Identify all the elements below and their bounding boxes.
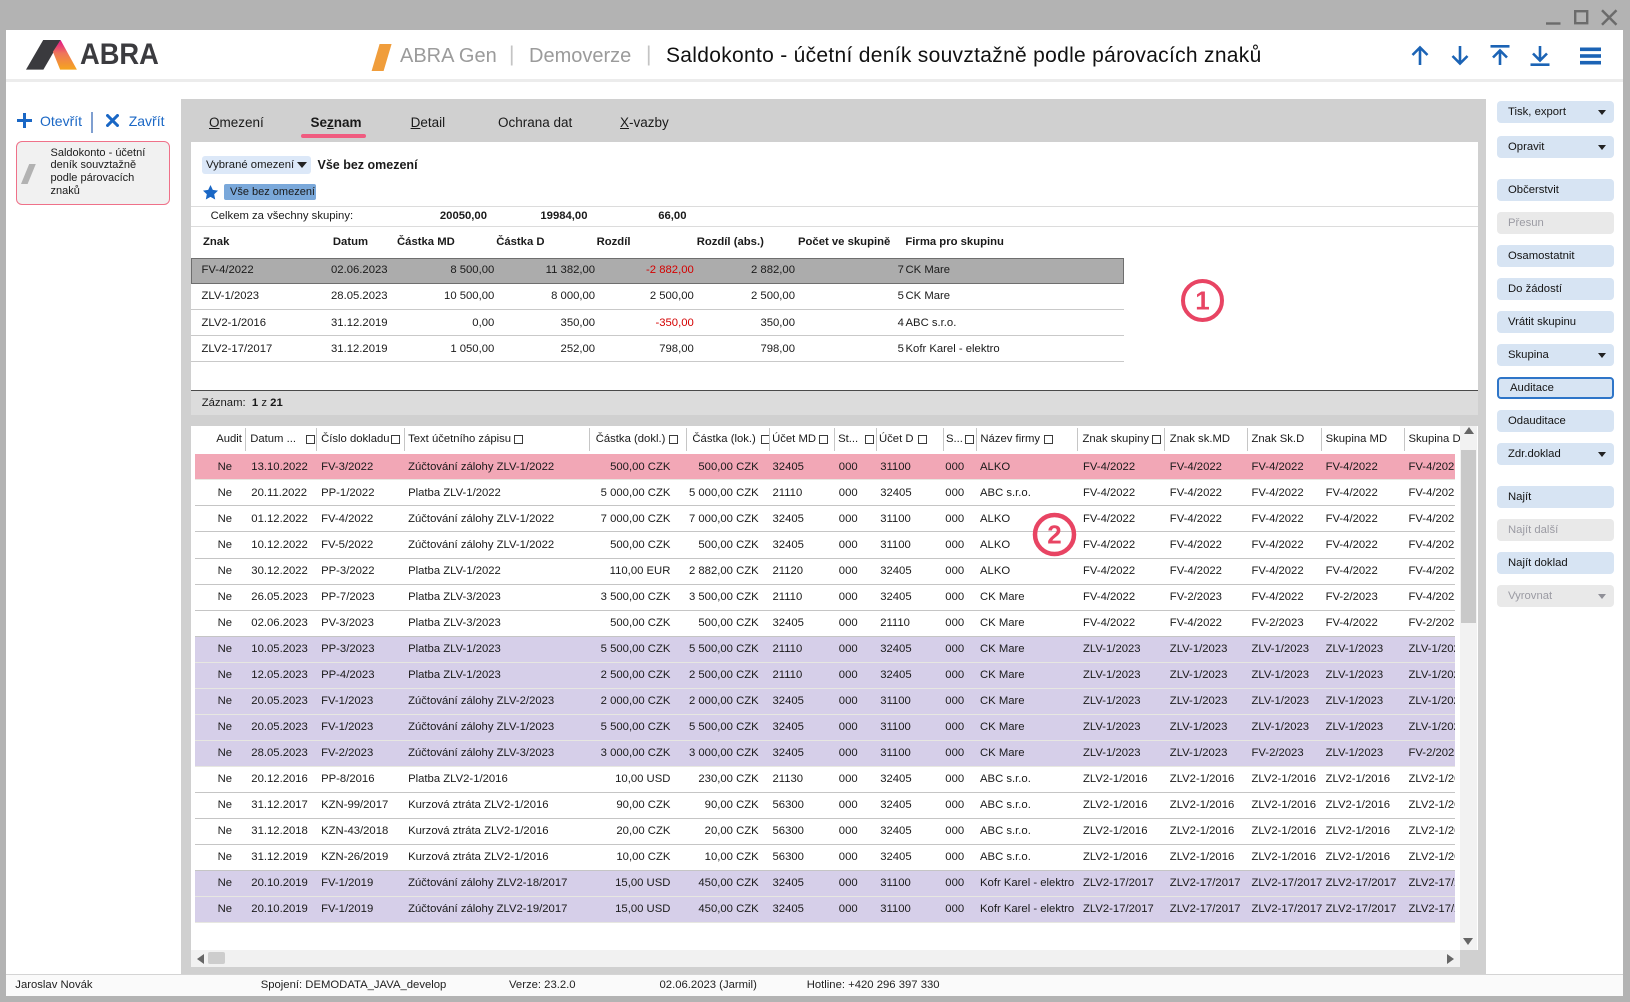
svg-text:1: 1 xyxy=(1195,285,1209,315)
svg-text:2: 2 xyxy=(1047,519,1061,549)
